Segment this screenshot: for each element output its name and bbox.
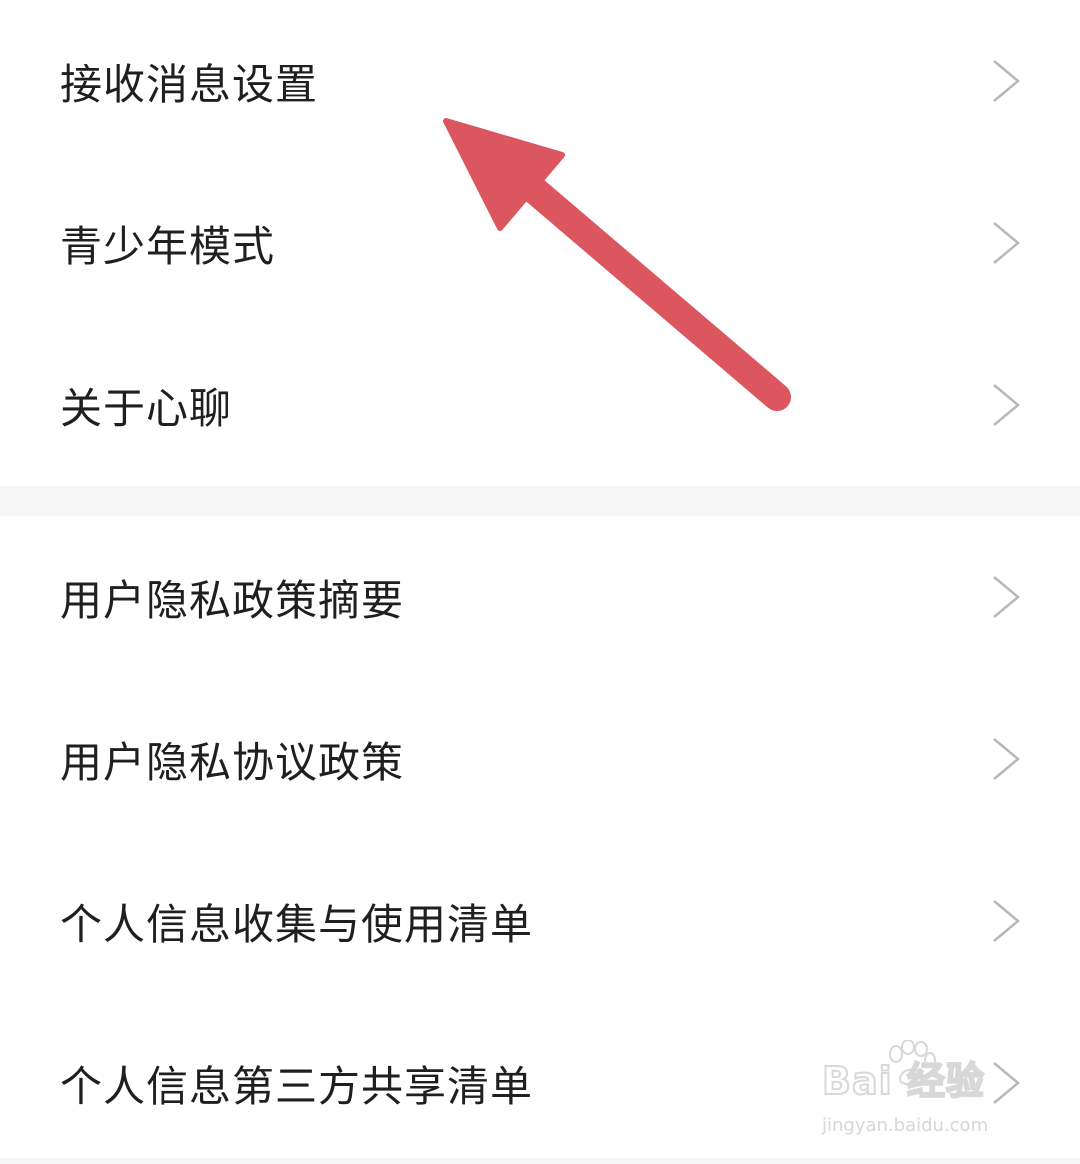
settings-item-label: 接收消息设置 — [60, 59, 319, 109]
settings-item-label: 用户隐私政策摘要 — [60, 575, 405, 625]
chevron-right-icon — [993, 60, 1020, 102]
chevron-right-icon — [993, 738, 1020, 780]
chevron-right-icon — [993, 900, 1020, 942]
settings-group-general: 接收消息设置 青少年模式 关于心聊 — [0, 0, 1080, 486]
watermark-brand: Bai 经验 — [821, 1058, 985, 1104]
chevron-right-icon — [993, 384, 1020, 426]
settings-item-label: 青少年模式 — [60, 221, 276, 271]
settings-item-youth-mode[interactable]: 青少年模式 — [0, 162, 1080, 324]
settings-item-info-collection-list[interactable]: 个人信息收集与使用清单 — [0, 840, 1080, 1002]
settings-item-label: 关于心聊 — [60, 383, 233, 433]
baidu-jingyan-watermark: Bai 经验 jingyan.baidu.com — [821, 1040, 1022, 1136]
settings-item-message-settings[interactable]: 接收消息设置 — [0, 0, 1080, 162]
settings-page: 接收消息设置 青少年模式 关于心聊 用户隐私政策摘要 用户隐私协议政策 个人信息… — [0, 0, 1080, 1164]
settings-item-privacy-agreement[interactable]: 用户隐私协议政策 — [0, 678, 1080, 840]
settings-item-label: 个人信息第三方共享清单 — [60, 1061, 534, 1111]
section-divider — [0, 486, 1080, 516]
settings-item-about[interactable]: 关于心聊 — [0, 324, 1080, 486]
chevron-right-icon — [993, 222, 1020, 264]
chevron-right-icon — [993, 576, 1020, 618]
bottom-divider — [0, 1158, 1080, 1164]
settings-item-label: 个人信息收集与使用清单 — [60, 899, 534, 949]
settings-item-privacy-summary[interactable]: 用户隐私政策摘要 — [0, 516, 1080, 678]
watermark-url: jingyan.baidu.com — [822, 1115, 989, 1136]
settings-item-label: 用户隐私协议政策 — [60, 737, 405, 787]
